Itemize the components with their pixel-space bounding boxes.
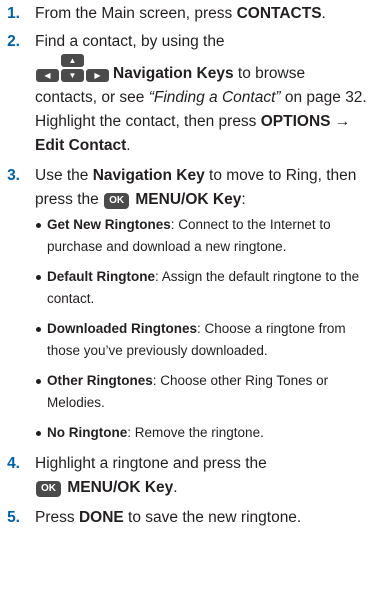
step-text: Press (35, 509, 79, 526)
step-text: . (126, 137, 131, 154)
step-text: Find a contact, by using the (35, 33, 225, 50)
navigation-keys-icon: ▲ ◀ ▼ ▶ (35, 54, 111, 84)
step-text: . (173, 479, 178, 496)
step-text: to save the new ringtone. (123, 509, 302, 526)
option-description: : Remove the ringtone. (127, 425, 264, 440)
step-5: 5. Press DONE to save the new ringtone. (0, 506, 376, 530)
contacts-key-label: CONTACTS (236, 5, 322, 22)
step-number: 4. (7, 455, 20, 472)
instruction-steps: 1. From the Main screen, press CONTACTS.… (0, 2, 376, 530)
step-text: Highlight a ringtone and press the (35, 455, 267, 472)
manual-page: 1. From the Main screen, press CONTACTS.… (0, 0, 376, 604)
ok-key-icon: OK (36, 481, 61, 497)
step-4: 4. Highlight a ringtone and press the OK… (0, 452, 376, 500)
step-1: 1. From the Main screen, press CONTACTS. (0, 2, 376, 26)
cross-reference: “Finding a Contact” (148, 89, 281, 106)
option-name: No Ringtone (47, 425, 128, 440)
option-name: Other Ringtones (47, 373, 153, 388)
nav-up-icon: ▲ (61, 54, 84, 67)
step-number: 3. (7, 167, 20, 184)
step-text: : (241, 191, 246, 208)
nav-left-icon: ◀ (36, 69, 59, 82)
menu-ok-key-label: MENU/OK Key (135, 191, 242, 208)
done-key-label: DONE (78, 509, 124, 526)
menu-ok-key-label: MENU/OK Key (67, 479, 174, 496)
step-3: 3. Use the Navigation Key to move to Rin… (0, 164, 376, 444)
step-number: 1. (7, 5, 20, 22)
nav-right-icon: ▶ (86, 69, 109, 82)
option-default-ringtone: Default Ringtone: Assign the default rin… (35, 266, 368, 310)
step-2: 2. Find a contact, by using the ▲ ◀ ▼ ▶ … (0, 30, 376, 158)
navigation-keys-label: Navigation Keys (113, 65, 234, 82)
ringtone-options-list: Get New Ringtones: Connect to the Intern… (35, 214, 368, 444)
navigation-key-label: Navigation Key (92, 167, 205, 184)
option-no-ringtone: No Ringtone: Remove the ringtone. (35, 422, 368, 444)
option-get-new-ringtones: Get New Ringtones: Connect to the Intern… (35, 214, 368, 258)
ok-key-icon: OK (104, 193, 130, 209)
option-name: Downloaded Ringtones (47, 321, 197, 336)
step-number: 5. (7, 509, 20, 526)
step-text: . (321, 5, 326, 22)
nav-down-icon: ▼ (61, 69, 84, 82)
step-text: Use the (35, 167, 93, 184)
option-name: Default Ringtone (47, 269, 155, 284)
option-downloaded-ringtones: Downloaded Ringtones: Choose a ringtone … (35, 318, 368, 362)
option-name: Get New Ringtones (47, 217, 171, 232)
option-other-ringtones: Other Ringtones: Choose other Ring Tones… (35, 370, 368, 414)
step-text: From the Main screen, press (35, 5, 237, 22)
step-number: 2. (7, 33, 20, 50)
